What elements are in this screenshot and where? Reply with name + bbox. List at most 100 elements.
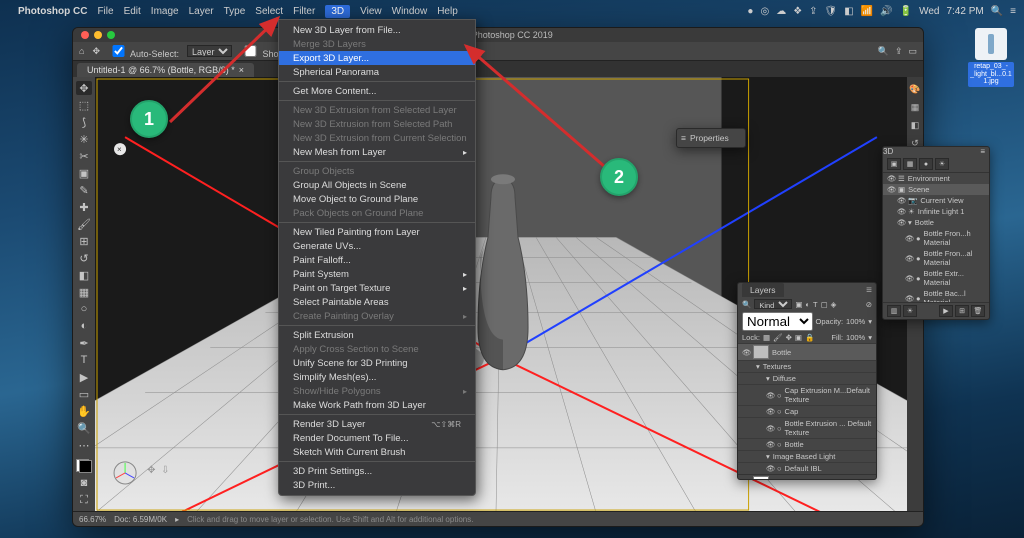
menu-item[interactable]: Paint on Target Texture xyxy=(279,281,475,295)
layers-tab[interactable]: Layers xyxy=(742,283,784,297)
marquee-tool[interactable]: ⬚ xyxy=(76,98,92,112)
menu-item[interactable]: New 3D Layer from File... xyxy=(279,23,475,37)
layer-row[interactable]: 👁 Bottle xyxy=(738,343,876,360)
app-name[interactable]: Photoshop CC xyxy=(18,6,87,17)
properties-panel[interactable]: ≡ Properties xyxy=(676,128,746,148)
lock-pos-icon[interactable]: ✥ xyxy=(786,333,792,342)
menu-filter[interactable]: Filter xyxy=(293,6,315,17)
layer-row[interactable]: ▾Diffuse xyxy=(738,372,876,384)
menu-view[interactable]: View xyxy=(360,6,382,17)
eraser-tool[interactable]: ◧ xyxy=(76,268,92,282)
menu-item[interactable]: Sketch With Current Brush xyxy=(279,445,475,459)
filter-shape-icon[interactable]: ▢ xyxy=(821,300,828,309)
quick-select-tool[interactable]: ✳ xyxy=(76,132,92,146)
blend-mode[interactable]: Normal xyxy=(742,312,813,331)
panel-menu-icon[interactable]: ≡ xyxy=(866,285,872,296)
filter-whole-icon[interactable]: ▣ xyxy=(887,158,901,170)
dock-adjust-icon[interactable]: ◧ xyxy=(909,119,921,131)
lock-artboard-icon[interactable]: ▣ xyxy=(795,333,802,342)
lock-trans-icon[interactable]: ▦ xyxy=(763,333,770,342)
gradient-tool[interactable]: ▦ xyxy=(76,285,92,299)
clock-day[interactable]: Wed xyxy=(919,6,939,17)
path-select-tool[interactable]: ▶ xyxy=(76,370,92,384)
status-icon[interactable]: ◎ xyxy=(760,6,769,17)
eyedropper-tool[interactable]: ✎ xyxy=(76,183,92,197)
lasso-tool[interactable]: ⟆ xyxy=(76,115,92,129)
lock-icon[interactable]: 🔒 xyxy=(863,479,872,480)
lock-all-icon[interactable]: 🔒 xyxy=(805,333,814,342)
3d-scene-item[interactable]: 👁▣Scene xyxy=(883,184,989,195)
menu-item[interactable]: Generate UVs... xyxy=(279,239,475,253)
visibility-icon[interactable]: 👁 xyxy=(742,479,750,480)
filter-material-icon[interactable]: ● xyxy=(919,158,933,170)
window-titlebar[interactable]: Adobe Photoshop CC 2019 xyxy=(73,28,923,42)
menu-item[interactable]: Paint System xyxy=(279,267,475,281)
tab-close[interactable]: × xyxy=(239,65,244,75)
layer-row[interactable]: ▾Image Based Light xyxy=(738,450,876,462)
menu-item[interactable]: Render Document To File... xyxy=(279,431,475,445)
layer-row[interactable]: 👁○Cap xyxy=(738,405,876,417)
layer-row[interactable]: 👁○Cap Extrusion M...Default Texture xyxy=(738,384,876,405)
share-icon[interactable]: ⇪ xyxy=(895,46,903,57)
layer-row[interactable]: 👁○Bottle Extrusion ... Default Texture xyxy=(738,417,876,438)
3d-light-add-icon[interactable]: ☀ xyxy=(903,305,917,317)
filter-pixel-icon[interactable]: ▣ xyxy=(795,300,802,309)
3d-render-icon[interactable]: ▶ xyxy=(939,305,953,317)
layer-thumbnail[interactable] xyxy=(753,345,769,359)
visibility-icon[interactable]: 👁 xyxy=(742,348,750,357)
menu-item[interactable]: Get More Content... xyxy=(279,84,475,98)
zoom-level[interactable]: 66.67% xyxy=(79,515,106,524)
filter-toggle[interactable]: ⊘ xyxy=(866,300,872,309)
healing-brush-tool[interactable]: ✚ xyxy=(76,200,92,214)
layer-row[interactable]: 👁○Default IBL xyxy=(738,462,876,474)
menu-item[interactable]: Simplify Mesh(es)... xyxy=(279,370,475,384)
layer-name[interactable]: Bottle xyxy=(772,348,791,357)
opacity-value[interactable]: 100% xyxy=(846,317,865,326)
menu-item[interactable]: 3D Print Settings... xyxy=(279,464,475,478)
shape-tool[interactable]: ▭ xyxy=(76,387,92,401)
doc-size[interactable]: Doc: 6.59M/0K xyxy=(114,515,167,524)
document-tab[interactable]: Untitled-1 @ 66.7% (Bottle, RGB/8) * × xyxy=(77,63,254,77)
menu-item[interactable]: Render 3D Layer⌥⇧⌘R xyxy=(279,417,475,431)
menu-item[interactable]: New Tiled Painting from Layer xyxy=(279,225,475,239)
frame-tool[interactable]: ▣ xyxy=(76,166,92,180)
layer-filter-kind[interactable]: Kind xyxy=(754,299,792,309)
3d-new-icon[interactable]: ⊞ xyxy=(955,305,969,317)
status-icon[interactable]: ☁ xyxy=(776,6,786,17)
screen-mode[interactable]: ⛶ xyxy=(76,493,92,507)
color-swatches[interactable] xyxy=(76,459,92,473)
menu-item[interactable]: New Mesh from Layer xyxy=(279,145,475,159)
panel-menu-icon[interactable]: ≡ xyxy=(976,147,989,156)
menu-3d[interactable]: 3D xyxy=(325,5,350,18)
status-icon[interactable]: ❖ xyxy=(793,6,802,17)
hand-tool[interactable]: ✋ xyxy=(76,404,92,418)
menu-help[interactable]: Help xyxy=(437,6,458,17)
dodge-tool[interactable]: ◐ xyxy=(76,319,92,333)
menu-file[interactable]: File xyxy=(97,6,113,17)
3d-scene-item[interactable]: 👁●Bottle Bac...l Material xyxy=(883,288,989,302)
menu-item[interactable]: Spherical Panorama xyxy=(279,65,475,79)
zoom-tool[interactable]: 🔍 xyxy=(76,421,92,435)
status-icon[interactable]: ● xyxy=(747,6,753,17)
menu-select[interactable]: Select xyxy=(255,6,283,17)
3d-ground-icon[interactable]: ▥ xyxy=(887,305,901,317)
pen-tool[interactable]: ✒ xyxy=(76,336,92,350)
3d-scene-item[interactable]: 👁📷Current View xyxy=(883,195,989,206)
history-brush-tool[interactable]: ↺ xyxy=(76,251,92,265)
move-tool[interactable]: ✥ xyxy=(76,81,92,95)
status-icon[interactable]: ⇪ xyxy=(809,6,817,17)
layer-row[interactable]: ▾Textures xyxy=(738,360,876,372)
3d-delete-icon[interactable]: 🗑 xyxy=(971,305,985,317)
menu-item[interactable]: Select Paintable Areas xyxy=(279,295,475,309)
3d-scene-item[interactable]: 👁●Bottle Fron...h Material xyxy=(883,228,989,248)
edit-toolbar[interactable]: ⋯ xyxy=(76,438,92,452)
volume-icon[interactable]: 🔊 xyxy=(880,6,892,17)
quick-mask[interactable]: ◙ xyxy=(76,476,92,490)
menu-image[interactable]: Image xyxy=(151,6,179,17)
3d-scene-item[interactable]: 👁☀Infinite Light 1 xyxy=(883,206,989,217)
3d-scene-item[interactable]: 👁☰Environment xyxy=(883,173,989,184)
workspace-icon[interactable]: ▭ xyxy=(908,46,917,57)
menu-item[interactable]: Export 3D Layer... xyxy=(279,51,475,65)
filter-type-icon[interactable]: T xyxy=(813,300,818,309)
wifi-icon[interactable]: 📶 xyxy=(861,6,873,17)
